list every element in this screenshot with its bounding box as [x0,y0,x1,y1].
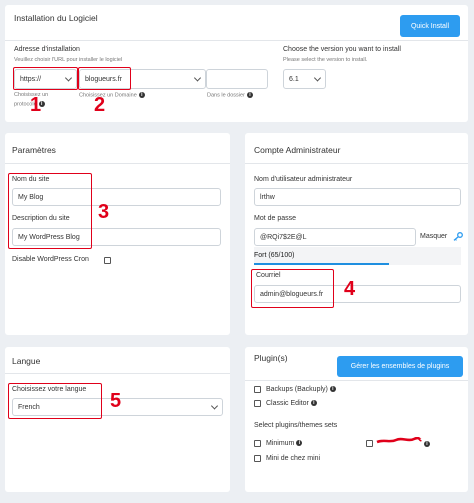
annotation-box-protocol [13,67,78,90]
plugin-checkbox-classic-editor[interactable] [254,400,261,407]
manage-plugin-sets-button[interactable]: Gérer les ensembles de plugins [337,356,463,377]
plugin-sets-label: Select plugins/themes sets [254,422,338,429]
disable-cron-label: Disable WordPress Cron [12,256,89,263]
chevron-down-icon [193,74,202,82]
chevron-down-icon [210,402,219,410]
annotation-number-3: 3 [98,201,110,223]
domain-hint-text: Choisissez un Domaine [79,92,137,99]
redaction-scribble [376,437,422,444]
plugin-item-classic-editor: Classic Editor i [266,400,317,407]
admin-username-input[interactable]: lrthw [254,188,461,206]
settings-divider [5,163,230,164]
install-address-hint: Veuillez choisir l'URL pour installer le… [14,57,123,63]
quick-install-button[interactable]: Quick Install [400,15,460,37]
plugin-item-backuply: Backups (Backuply) i [266,386,336,393]
info-icon[interactable]: i [246,92,253,98]
set-item-mini: Mini de chez mini [266,455,321,462]
domain-hint: Choisissez un Domaine i [79,92,145,98]
admin-divider [245,163,468,164]
info-icon[interactable]: i [310,400,317,407]
annotation-box-domain [78,67,131,90]
set-item-minimum-label: Minimum [266,440,295,447]
info-icon[interactable]: i [424,441,430,447]
directory-hint-text: Dans le dossier [207,92,245,99]
language-panel-title: Langue [12,356,41,366]
install-divider [5,40,468,41]
plugins-divider [245,380,468,381]
directory-input[interactable] [206,69,268,89]
info-icon[interactable]: i [329,386,336,393]
admin-panel-title: Compte Administrateur [254,145,341,155]
version-label: Choose the version you want to install [283,46,401,53]
set-item-minimum: Minimum i [266,440,303,447]
annotation-number-2: 2 [94,94,106,116]
settings-panel-title: Paramètres [12,145,56,155]
annotation-number-4: 4 [344,278,356,300]
install-address-label: Adresse d'installation [14,46,80,53]
info-icon[interactable]: i [296,440,303,447]
set-checkbox-minimum[interactable] [254,440,261,447]
set-checkbox-mini[interactable] [254,455,261,462]
annotation-number-5: 5 [110,390,122,412]
admin-username-label: Nom d'utilisateur administrateur [254,176,353,183]
annotation-box-language [8,383,102,419]
admin-password-input[interactable]: @RQi7$2E@L [254,228,416,246]
password-strength-label: Fort (65/100) [254,252,295,259]
plugin-item-classic-editor-label: Classic Editor [266,400,309,407]
admin-password-value: @RQi7$2E@L [260,233,307,241]
version-select-value: 6.1 [289,75,299,83]
set-checkbox-redacted[interactable] [366,440,373,447]
plugins-panel-title: Plugin(s) [254,353,288,363]
annotation-number-1: 1 [30,94,42,116]
hide-password-button[interactable]: Masquer [420,233,447,240]
install-panel-title: Installation du Logiciel [14,13,98,23]
language-panel [5,347,230,492]
key-icon[interactable] [453,232,463,241]
chevron-down-icon [313,74,322,82]
admin-password-label: Mot de passe [254,215,297,222]
plugin-checkbox-backuply[interactable] [254,386,261,393]
annotation-box-site [8,173,92,249]
plugin-item-backuply-label: Backups (Backuply) [266,386,328,393]
password-strength-fill [254,263,389,265]
version-select[interactable]: 6.1 [283,69,326,89]
language-divider [5,373,230,374]
admin-username-value: lrthw [260,193,275,201]
directory-hint: Dans le dossier i [207,92,253,98]
info-icon[interactable]: i [138,92,145,98]
annotation-box-email [251,269,334,308]
disable-cron-checkbox[interactable] [104,257,111,264]
version-hint: Please select the version to install. [283,57,368,63]
